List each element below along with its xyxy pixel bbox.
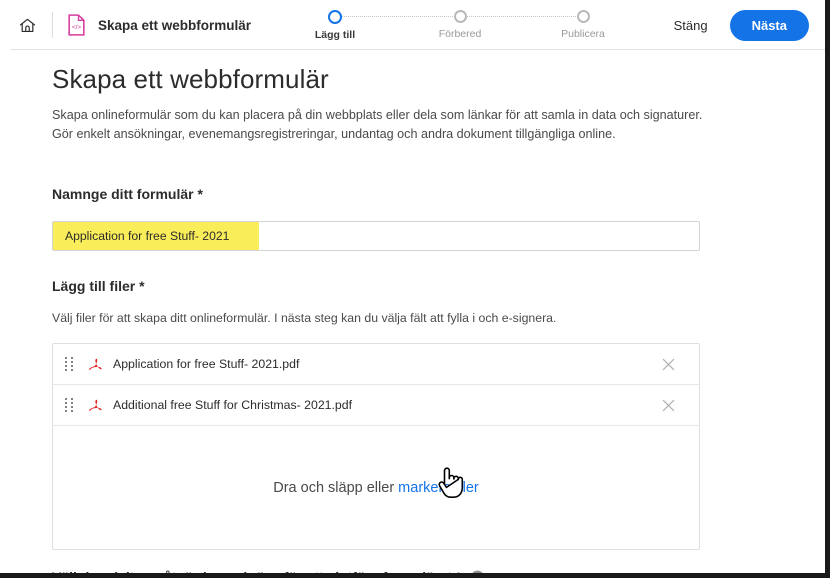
stepper-label-3: Publicera	[561, 28, 605, 40]
stepper-dot-active	[328, 10, 342, 24]
drag-handle-icon[interactable]	[65, 397, 74, 413]
stepper-step-lagg-till[interactable]: Lägg till	[290, 6, 380, 41]
header-actions: Stäng Nästa	[674, 9, 809, 41]
page-description: Skapa onlineformulär som du kan placera …	[52, 106, 712, 144]
svg-text:</>: </>	[71, 24, 81, 31]
stepper-connector-1	[342, 16, 457, 17]
form-name-label: Namnge ditt formulär *	[52, 186, 203, 202]
next-button[interactable]: Nästa	[729, 9, 809, 41]
progress-stepper: Lägg till Förbered Publicera	[300, 6, 620, 46]
file-dropzone[interactable]: Dra och släpp eller markera filer	[53, 426, 699, 549]
close-icon[interactable]	[657, 353, 679, 375]
file-name: Additional free Stuff for Christmas- 202…	[113, 398, 353, 412]
form-name-input[interactable]: Application for free Stuff- 2021	[52, 221, 700, 251]
page-title: Skapa ett webbformulär	[52, 64, 329, 94]
stepper-dot-2	[453, 10, 467, 23]
select-files-link[interactable]: markera filer	[398, 480, 479, 496]
pdf-icon	[85, 395, 103, 415]
form-name-section: Namnge ditt formulär * Application for f…	[52, 186, 825, 251]
stepper-connector-2	[467, 16, 582, 17]
page-content: Skapa ett webbformulär Skapa onlineformu…	[0, 50, 825, 578]
app-header: </> Skapa ett webbformulär Lägg till För…	[0, 0, 825, 50]
application-window: </> Skapa ett webbformulär Lägg till För…	[0, 0, 830, 578]
dropzone-static-text: Dra och släpp eller	[273, 479, 399, 496]
participant-action-label: Välj den deltagaråtgärd som krävs för at…	[52, 569, 462, 578]
header-divider	[52, 12, 53, 38]
add-files-section: Lägg till filer * Välj filer för att ska…	[52, 278, 825, 550]
drag-handle-icon[interactable]	[65, 356, 74, 372]
files-container: Application for free Stuff- 2021.pdf Add…	[52, 343, 700, 550]
close-icon[interactable]	[657, 394, 679, 416]
form-name-value: Application for free Stuff- 2021	[65, 229, 230, 243]
close-button[interactable]: Stäng	[674, 18, 708, 33]
home-icon[interactable]	[12, 10, 42, 40]
pdf-icon	[85, 354, 103, 374]
stepper-step-forbered[interactable]: Förbered	[415, 6, 505, 40]
dropzone-text: Dra och släpp eller markera filer	[273, 480, 479, 496]
table-row[interactable]: Additional free Stuff for Christmas- 202…	[53, 385, 699, 426]
add-files-description: Välj filer för att skapa ditt onlineform…	[52, 311, 557, 325]
header-title: Skapa ett webbformulär	[98, 17, 252, 33]
web-form-document-icon: </>	[65, 13, 87, 37]
stepper-label-1: Lägg till	[314, 29, 356, 41]
stepper-dot-3	[576, 10, 590, 23]
file-name: Application for free Stuff- 2021.pdf	[113, 357, 300, 371]
page-description-line-2: Gör enkelt ansökningar, evenemangsregist…	[52, 127, 616, 141]
stepper-label-2: Förbered	[438, 28, 482, 40]
page-description-line-1: Skapa onlineformulär som du kan placera …	[52, 108, 703, 122]
stepper-step-publicera[interactable]: Publicera	[538, 6, 628, 40]
help-circle-icon[interactable]: ?	[470, 570, 485, 578]
table-row[interactable]: Application for free Stuff- 2021.pdf	[53, 344, 699, 385]
add-files-label: Lägg till filer *	[52, 278, 145, 294]
svg-text:?: ?	[475, 572, 481, 578]
participant-action-section: Välj den deltagaråtgärd som krävs för at…	[52, 569, 825, 578]
